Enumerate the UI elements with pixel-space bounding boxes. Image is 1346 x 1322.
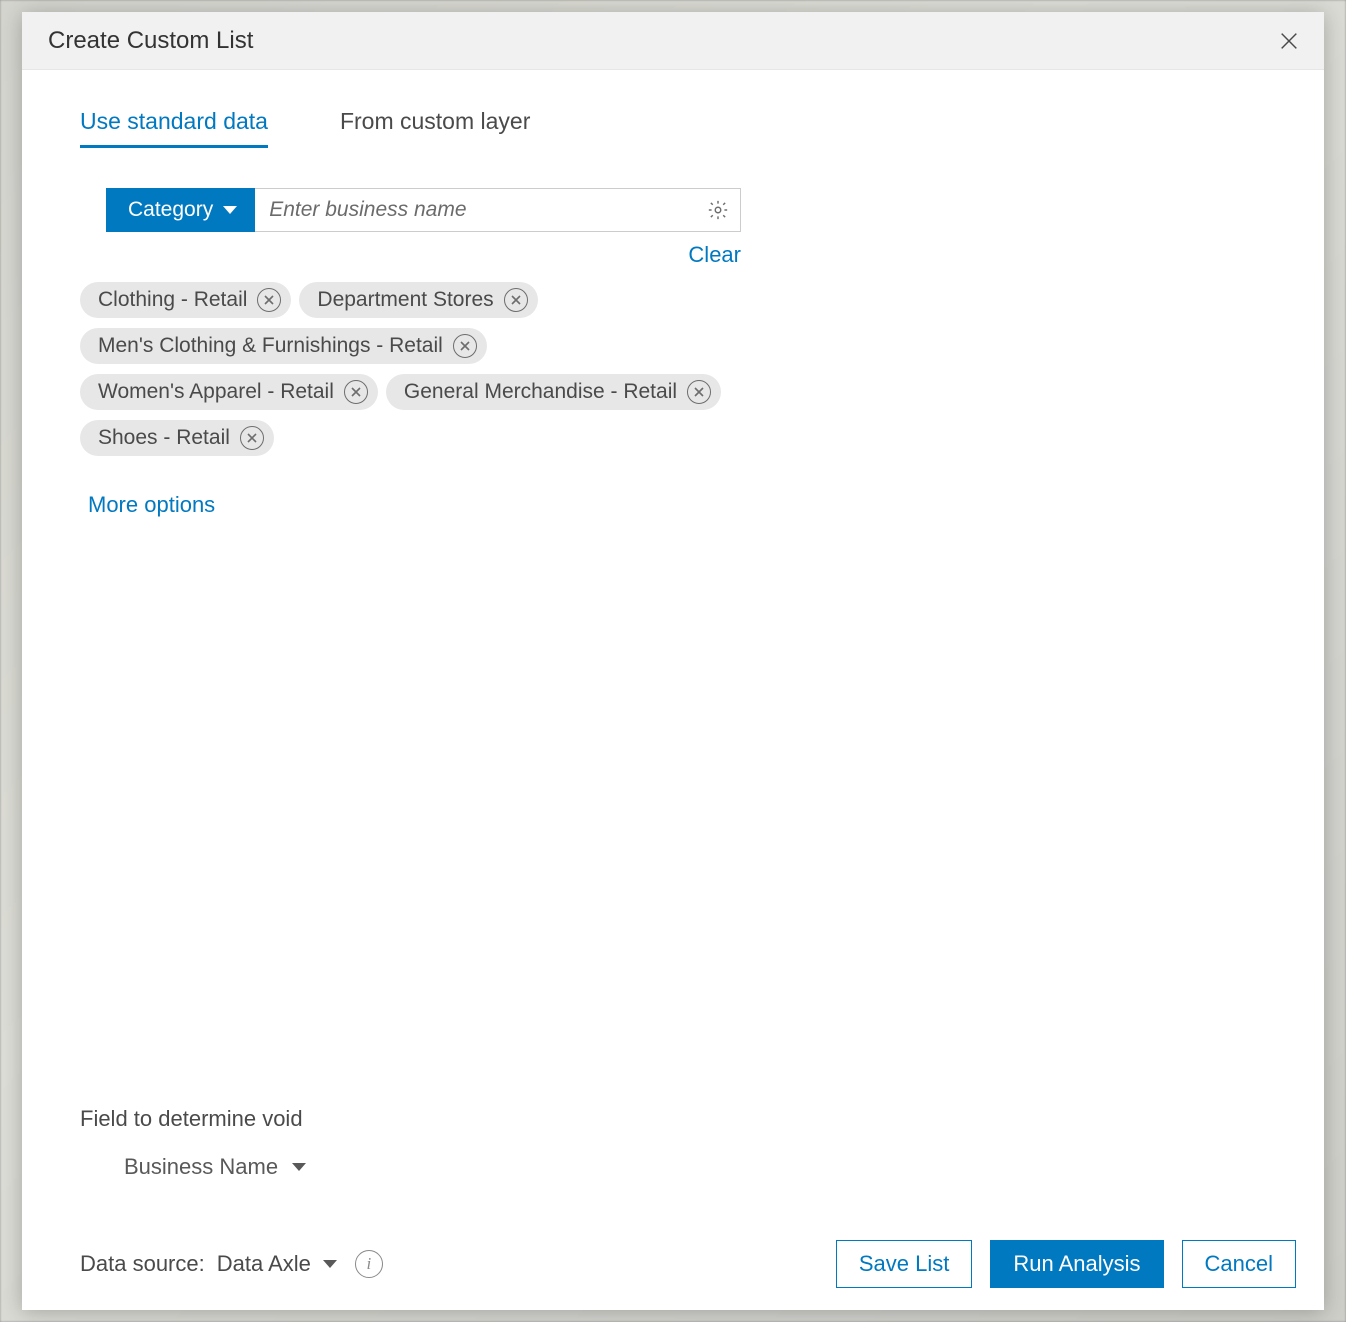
dialog-footer: Data source: Data Axle i Save List Run A… — [22, 1224, 1324, 1310]
gear-icon[interactable] — [707, 199, 729, 221]
data-source-select[interactable]: Data Axle — [217, 1251, 337, 1277]
category-chip: Women's Apparel - Retail — [80, 374, 378, 410]
run-analysis-button[interactable]: Run Analysis — [990, 1240, 1163, 1288]
void-field-value: Business Name — [124, 1154, 278, 1180]
tab-custom-layer[interactable]: From custom layer — [340, 108, 530, 148]
data-source-label: Data source: — [80, 1251, 205, 1277]
data-source-row: Data source: Data Axle i — [80, 1250, 383, 1278]
business-name-input[interactable] — [255, 188, 741, 232]
chip-label: Women's Apparel - Retail — [98, 380, 334, 404]
remove-chip-icon[interactable] — [344, 380, 368, 404]
clear-row: Clear — [106, 242, 741, 268]
chevron-down-icon — [292, 1163, 306, 1171]
chip-label: General Merchandise - Retail — [404, 380, 677, 404]
remove-chip-icon[interactable] — [687, 380, 711, 404]
remove-chip-icon[interactable] — [257, 288, 281, 312]
close-icon[interactable] — [1276, 28, 1302, 54]
remove-chip-icon[interactable] — [453, 334, 477, 358]
remove-chip-icon[interactable] — [504, 288, 528, 312]
category-dropdown[interactable]: Category — [106, 188, 255, 232]
clear-link[interactable]: Clear — [688, 242, 741, 267]
info-icon[interactable]: i — [355, 1250, 383, 1278]
search-input-wrap — [255, 188, 741, 232]
dialog-body: Use standard data From custom layer Cate… — [22, 70, 1324, 1224]
remove-chip-icon[interactable] — [240, 426, 264, 450]
void-field-select[interactable]: Business Name — [124, 1154, 306, 1180]
chevron-down-icon — [223, 206, 237, 214]
void-section: Field to determine void Business Name — [80, 1106, 1266, 1180]
chip-label: Men's Clothing & Furnishings - Retail — [98, 334, 443, 358]
dialog-title: Create Custom List — [48, 27, 253, 55]
category-chip: Men's Clothing & Furnishings - Retail — [80, 328, 487, 364]
more-options-link[interactable]: More options — [88, 492, 1266, 518]
category-chip: Department Stores — [299, 282, 537, 318]
chevron-down-icon — [323, 1260, 337, 1268]
tab-bar: Use standard data From custom layer — [80, 108, 1266, 148]
tab-standard-data[interactable]: Use standard data — [80, 108, 268, 148]
data-source-value: Data Axle — [217, 1251, 311, 1277]
selected-categories: Clothing - Retail Department Stores Men's … — [80, 282, 740, 456]
chip-label: Clothing - Retail — [98, 288, 247, 312]
dialog-titlebar: Create Custom List — [22, 12, 1324, 70]
category-label: Category — [128, 198, 213, 222]
category-chip: Clothing - Retail — [80, 282, 291, 318]
create-custom-list-dialog: Create Custom List Use standard data Fro… — [22, 12, 1324, 1310]
search-row: Category — [106, 188, 741, 232]
chip-label: Department Stores — [317, 288, 493, 312]
chip-label: Shoes - Retail — [98, 426, 230, 450]
category-chip: Shoes - Retail — [80, 420, 274, 456]
cancel-button[interactable]: Cancel — [1182, 1240, 1296, 1288]
category-chip: General Merchandise - Retail — [386, 374, 721, 410]
save-list-button[interactable]: Save List — [836, 1240, 973, 1288]
void-label: Field to determine void — [80, 1106, 1266, 1132]
